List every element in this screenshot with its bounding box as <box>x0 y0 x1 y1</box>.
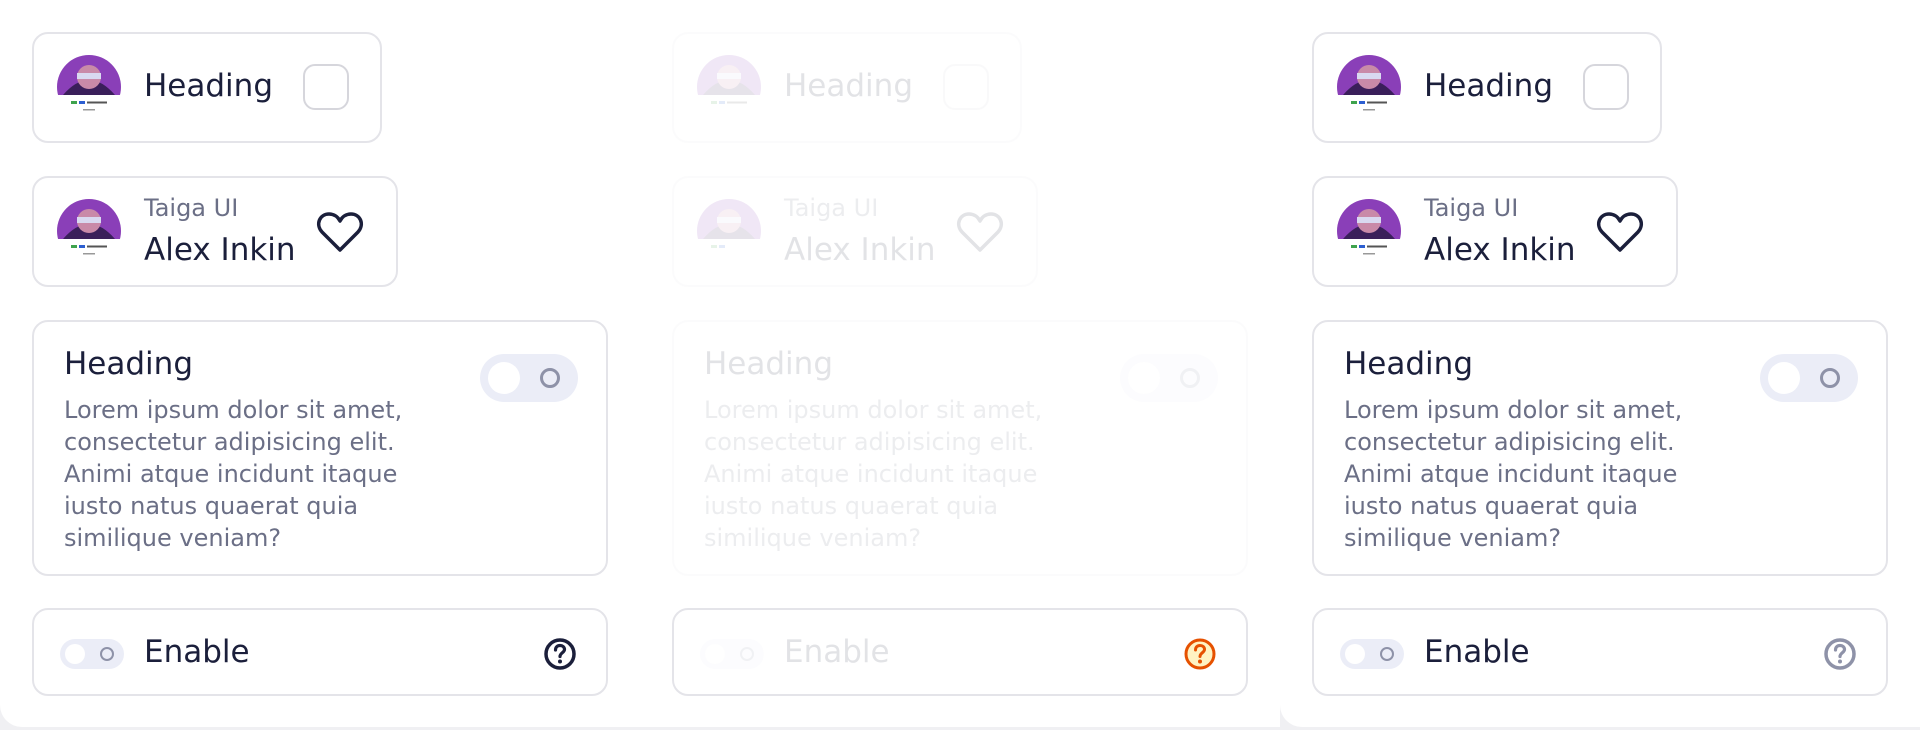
user-company: Taiga UI <box>784 194 879 222</box>
card-title: Heading <box>1344 346 1473 382</box>
avatar <box>697 199 761 263</box>
card-title: Heading <box>784 68 913 104</box>
toggle-knob <box>65 644 85 664</box>
toggle-off-indicator <box>1180 368 1200 388</box>
user-name: Alex Inkin <box>1424 232 1576 268</box>
user-card[interactable]: Taiga UI Alex Inkin <box>1312 176 1678 287</box>
enable-card: Enable <box>672 608 1248 696</box>
toggle-off-indicator <box>100 647 114 661</box>
checkbox[interactable] <box>303 64 349 110</box>
help-circle-icon[interactable] <box>1182 636 1218 672</box>
toggle-knob <box>488 362 520 394</box>
toggle-switch[interactable] <box>1760 354 1858 402</box>
toggle-switch[interactable] <box>480 354 578 402</box>
enable-toggle[interactable] <box>60 639 124 669</box>
toggle-off-indicator <box>1820 368 1840 388</box>
card-description: Lorem ipsum dolor sit amet, consectetur … <box>1344 396 1683 552</box>
enable-label: Enable <box>784 634 890 670</box>
user-company: Taiga UI <box>1424 194 1519 222</box>
help-circle-icon[interactable] <box>542 636 578 672</box>
checkbox <box>943 64 989 110</box>
heading-checkbox-card: Heading <box>672 32 1022 143</box>
user-card[interactable]: Taiga UI Alex Inkin <box>32 176 398 287</box>
toggle-switch <box>1120 354 1218 402</box>
toggle-off-indicator <box>740 647 754 661</box>
toggle-off-indicator <box>1380 647 1394 661</box>
enable-toggle[interactable] <box>1340 639 1404 669</box>
toggle-off-indicator <box>540 368 560 388</box>
toggle-knob <box>1128 362 1160 394</box>
description-toggle-card[interactable]: Heading Lorem ipsum dolor sit amet, cons… <box>1312 320 1888 576</box>
toggle-knob <box>1345 644 1365 664</box>
column-disabled: Heading Taiga UI Alex Inkin Heading Lore… <box>640 0 1280 727</box>
enable-label: Enable <box>1424 634 1530 670</box>
heading-checkbox-card[interactable]: Heading <box>1312 32 1662 143</box>
card-description: Lorem ipsum dolor sit amet, consectetur … <box>64 396 403 552</box>
heart-icon[interactable] <box>316 210 364 254</box>
avatar <box>697 55 761 119</box>
column-normal-alt: Heading Taiga UI Alex Inkin Heading Lore… <box>1280 0 1920 727</box>
toggle-knob <box>1768 362 1800 394</box>
card-title: Heading <box>704 346 833 382</box>
column-normal: Heading Taiga UI Alex Inkin Heading Lore… <box>0 0 640 727</box>
card-title: Heading <box>1424 68 1553 104</box>
enable-toggle <box>700 639 764 669</box>
checkbox[interactable] <box>1583 64 1629 110</box>
toggle-knob <box>705 644 725 664</box>
enable-label: Enable <box>144 634 250 670</box>
user-name: Alex Inkin <box>144 232 296 268</box>
enable-card[interactable]: Enable <box>32 608 608 696</box>
card-title: Heading <box>64 346 193 382</box>
user-company: Taiga UI <box>144 194 239 222</box>
user-name: Alex Inkin <box>784 232 936 268</box>
avatar <box>1337 55 1401 119</box>
heading-checkbox-card[interactable]: Heading <box>32 32 382 143</box>
card-description: Lorem ipsum dolor sit amet, consectetur … <box>704 396 1043 552</box>
help-circle-icon[interactable] <box>1822 636 1858 672</box>
description-toggle-card: Heading Lorem ipsum dolor sit amet, cons… <box>672 320 1248 576</box>
description-toggle-card[interactable]: Heading Lorem ipsum dolor sit amet, cons… <box>32 320 608 576</box>
avatar <box>1337 199 1401 263</box>
card-title: Heading <box>144 68 273 104</box>
avatar <box>57 199 121 263</box>
user-card: Taiga UI Alex Inkin <box>672 176 1038 287</box>
enable-card[interactable]: Enable <box>1312 608 1888 696</box>
heart-icon[interactable] <box>1596 210 1644 254</box>
heart-icon <box>957 212 1003 252</box>
avatar <box>57 55 121 119</box>
